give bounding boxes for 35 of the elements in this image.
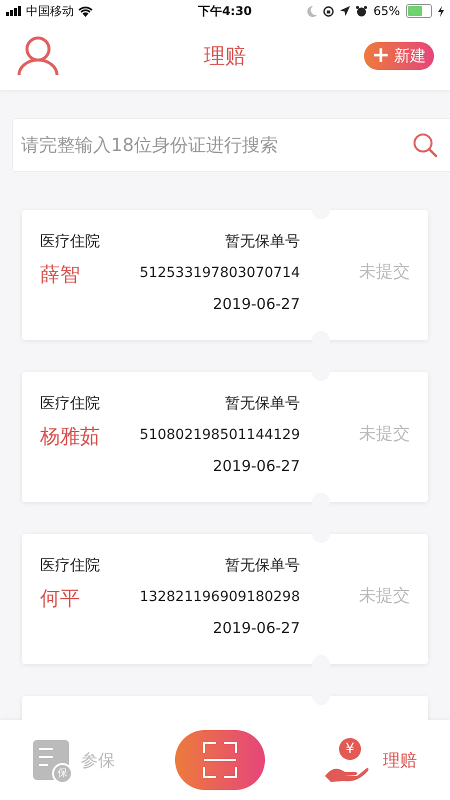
- claim-type: 医疗住院: [40, 556, 100, 575]
- profile-icon[interactable]: [16, 36, 60, 76]
- insured-name: 杨雅茹: [40, 423, 100, 450]
- wifi-icon: [78, 6, 93, 16]
- claim-type: 医疗住院: [40, 232, 100, 251]
- policy-number: 暂无保单号: [225, 232, 300, 251]
- id-number: 510802198501144129: [140, 427, 300, 443]
- page-title: 理赔: [203, 43, 247, 70]
- id-number: 512533197803070714: [140, 265, 300, 281]
- claim-status: 未提交: [358, 585, 410, 608]
- insured-name: 薛智: [40, 261, 81, 288]
- claim-date: 2019-06-27: [212, 457, 300, 475]
- claim-type: 医疗住院: [40, 394, 100, 413]
- search-field[interactable]: 请完整输入18位身份证进行搜索: [12, 118, 450, 172]
- id-number: 132821196909180298: [140, 589, 300, 605]
- alarm-icon: [356, 6, 368, 16]
- insured-name: 何平: [40, 585, 81, 612]
- claim-date: 2019-06-27: [212, 295, 300, 313]
- policy-number: 暂无保单号: [225, 556, 300, 575]
- carrier-name: 中国移动: [26, 2, 74, 20]
- claim-status: 未提交: [358, 261, 410, 284]
- moon-icon: [307, 6, 318, 16]
- battery-percent: 65%: [373, 4, 400, 18]
- charging-icon: [438, 6, 444, 16]
- scan-icon: [202, 741, 238, 779]
- claim-date: 2019-06-27: [212, 619, 300, 637]
- signal-icon: [6, 6, 22, 16]
- clock-time: 下午4:30: [197, 2, 253, 20]
- battery-icon: [406, 4, 432, 18]
- policy-number: 暂无保单号: [225, 394, 300, 413]
- tab-item[interactable]: ¥ 理赔: [319, 737, 423, 783]
- new-button[interactable]: + 新建: [364, 42, 434, 70]
- location-icon: [340, 6, 350, 16]
- claim-status: 未提交: [358, 423, 410, 446]
- lock-rotation-icon: [323, 6, 334, 16]
